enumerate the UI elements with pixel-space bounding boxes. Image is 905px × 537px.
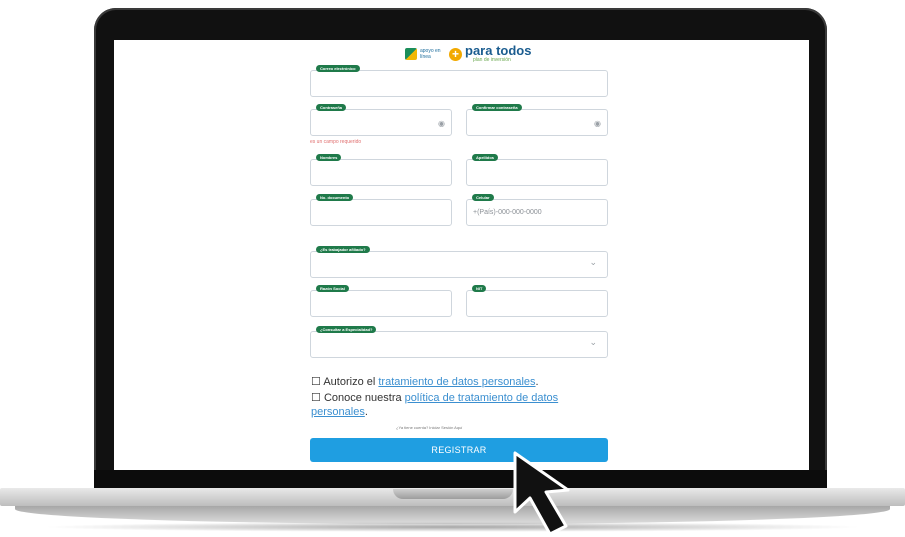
- checkbox-icon[interactable]: ☐: [311, 376, 321, 388]
- specialty-label: ¿Consultar a Especialidad?: [316, 326, 377, 333]
- logo-main-text: para todos: [465, 43, 532, 58]
- data-treatment-link[interactable]: tratamiento de datos personales: [378, 376, 535, 388]
- last-name-label: Apellidos: [472, 154, 499, 161]
- eye-icon[interactable]: ◉: [438, 119, 445, 128]
- eye-icon[interactable]: ◉: [594, 119, 601, 128]
- login-prompt[interactable]: ¿Ya tiene cuenta? Iniciar Sesión Aquí: [396, 425, 462, 430]
- first-name-label: Nombres: [316, 154, 342, 161]
- specialty-select[interactable]: ¿Consultar a Especialidad? ⌄: [310, 326, 608, 358]
- consent-data-text: Autorizo el: [323, 376, 376, 388]
- company-name-label: Razón Social: [316, 285, 349, 292]
- affiliated-select[interactable]: ¿Es trabajador afiliado? ⌄: [310, 246, 608, 278]
- consent-data-row: ☐ Autorizo el tratamiento de datos perso…: [311, 375, 539, 389]
- company-name-field[interactable]: Razón Social: [310, 285, 452, 317]
- email-field[interactable]: Correo electrónico: [310, 65, 608, 97]
- password-field[interactable]: Contraseña ◉: [310, 104, 452, 136]
- plus-icon: +: [449, 47, 462, 61]
- phone-label: Celular: [472, 194, 494, 201]
- mouse-cursor-icon: [513, 451, 570, 536]
- password-label: Contraseña: [316, 104, 347, 111]
- logo-small-text: apoyo en línea: [420, 48, 441, 60]
- laptop-shadow: [40, 522, 865, 532]
- phone-placeholder: +(País)-000-000-0000: [473, 209, 542, 216]
- chevron-down-icon: ⌄: [589, 257, 597, 267]
- nit-field[interactable]: NIT: [466, 285, 608, 317]
- email-label: Correo electrónico: [316, 65, 360, 72]
- document-field[interactable]: No. documento: [310, 194, 452, 226]
- screen: apoyo en línea + para todos plan de inve…: [114, 40, 809, 470]
- last-name-field[interactable]: Apellidos: [466, 154, 608, 186]
- logo: apoyo en línea + para todos plan de inve…: [405, 43, 532, 63]
- confirm-password-label: Confirmar contraseña: [472, 104, 522, 111]
- laptop-notch: [393, 489, 513, 499]
- affiliated-label: ¿Es trabajador afiliado?: [316, 246, 370, 253]
- checkbox-icon[interactable]: ☐: [311, 392, 321, 404]
- consent-data-suffix: .: [535, 376, 539, 388]
- password-error: es un campo requerido: [310, 139, 362, 145]
- chevron-down-icon: ⌄: [589, 337, 597, 347]
- first-name-field[interactable]: Nombres: [310, 154, 452, 186]
- consent-policy-text: Conoce nuestra: [323, 392, 402, 404]
- consent-policy-row: ☐ Conoce nuestra política de tratamiento…: [311, 391, 611, 419]
- phone-field[interactable]: Celular +(País)-000-000-0000: [466, 194, 608, 226]
- consent-policy-suffix: .: [364, 406, 368, 418]
- nit-label: NIT: [472, 285, 487, 292]
- logo-mark-icon: [405, 48, 417, 60]
- document-label: No. documento: [316, 194, 354, 201]
- confirm-password-field[interactable]: Confirmar contraseña ◉: [466, 104, 608, 136]
